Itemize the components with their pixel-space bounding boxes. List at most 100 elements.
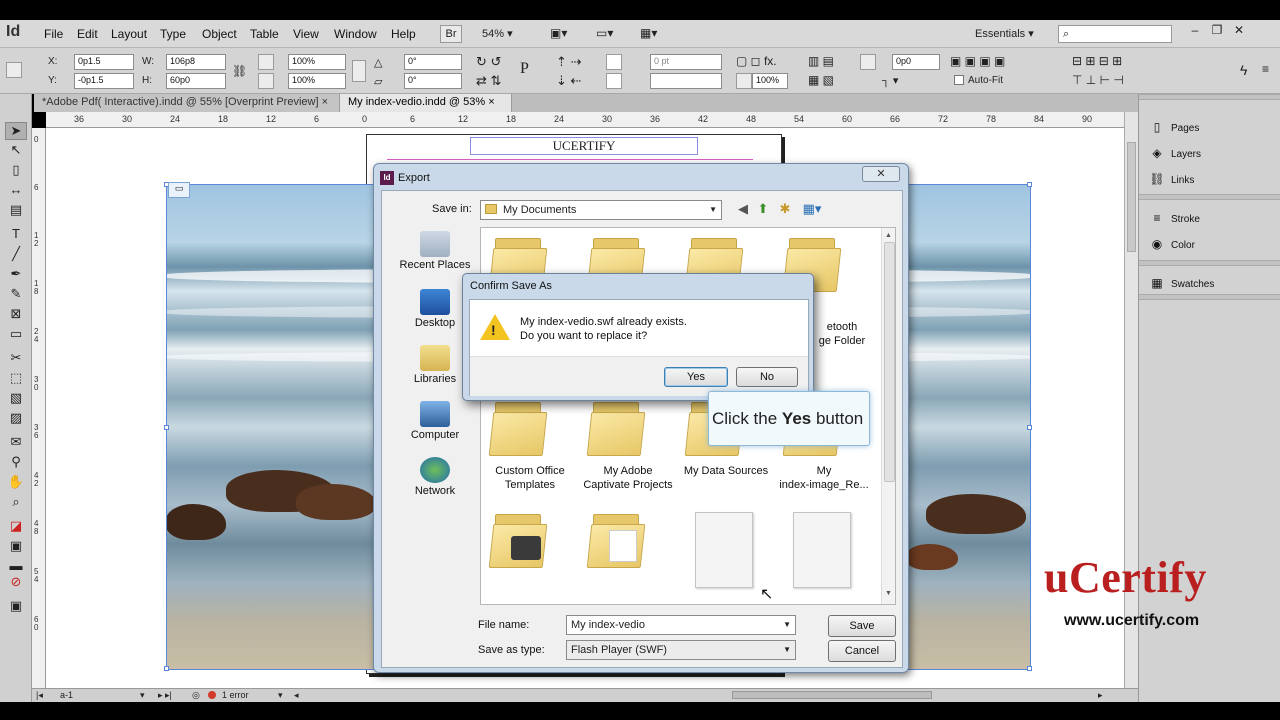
up-folder-icon[interactable]: ⬆ <box>754 201 772 219</box>
view-options-icon[interactable]: ▣▾ <box>550 26 567 40</box>
width-field[interactable]: 106p8 <box>166 54 226 70</box>
panel-stroke[interactable]: ≡ Stroke <box>1149 211 1199 225</box>
page-title-frame[interactable]: UCERTIFY <box>470 137 698 155</box>
panel-menu-icon[interactable]: ≡ <box>1262 62 1269 76</box>
place-recent[interactable]: Recent Places <box>392 231 478 271</box>
file-list-scrollbar[interactable]: ▲ ▼ <box>881 228 895 604</box>
folder-icon[interactable] <box>488 510 553 568</box>
close-button[interactable]: ✕ <box>862 166 900 182</box>
panel-swatches[interactable]: ▦ Swatches <box>1149 276 1214 290</box>
select-content-icon[interactable]: ⇣ ⇠ <box>556 73 581 89</box>
screen-mode-tool-icon[interactable]: ▣ <box>5 598 27 616</box>
screen-mode-icon[interactable]: ▭▾ <box>596 26 613 40</box>
menu-object[interactable]: Object <box>202 27 237 41</box>
hand-tool-icon[interactable]: ✋ <box>5 474 27 492</box>
file-name-input[interactable]: My index-vedio ▼ <box>566 615 796 635</box>
first-page-icon[interactable]: |◂ <box>36 690 43 701</box>
lightning-icon[interactable]: ϟ <box>1240 62 1247 78</box>
arrange-docs-icon[interactable]: ▦▾ <box>640 26 657 40</box>
horizontal-scroll-thumb[interactable] <box>732 691 932 699</box>
preflight-icon[interactable]: ◎ <box>192 690 200 701</box>
error-count[interactable]: 1 error <box>222 690 249 700</box>
stroke-swatch-icon[interactable] <box>606 73 622 89</box>
next-page-icon[interactable]: ▸ ▸| <box>158 690 172 701</box>
constrain-proportions-icon[interactable]: ⛓ <box>232 64 247 78</box>
type-tool-icon[interactable]: T <box>5 226 27 244</box>
save-in-select[interactable]: My Documents ▼ <box>480 200 722 220</box>
panel-color[interactable]: ◉ Color <box>1149 237 1195 251</box>
save-button[interactable]: Save <box>828 615 896 637</box>
autofit-checkbox[interactable] <box>954 75 964 85</box>
reference-point-icon[interactable] <box>6 62 22 78</box>
gradient-feather-icon[interactable]: ▨ <box>5 410 27 428</box>
y-field[interactable]: -0p1.5 <box>74 73 134 89</box>
search-input[interactable]: ⌕ <box>1058 25 1172 43</box>
panel-links[interactable]: ⛓ Links <box>1149 172 1194 186</box>
preflight-menu-icon[interactable]: ▾ <box>278 690 283 701</box>
drop-shadow-icon[interactable]: ▢ ◻ fx. <box>736 54 777 68</box>
scroll-left-icon[interactable]: ◂ <box>294 690 299 701</box>
constrain-scale-icon[interactable] <box>352 60 366 82</box>
menu-layout[interactable]: Layout <box>111 27 147 41</box>
direct-selection-tool-icon[interactable]: ↖ <box>5 142 27 160</box>
panel-pages[interactable]: ▯ Pages <box>1149 120 1200 134</box>
file-name[interactable]: Custom Office Templates <box>481 464 585 492</box>
file-icon[interactable] <box>793 512 851 588</box>
no-button[interactable]: No <box>736 367 798 387</box>
menu-type[interactable]: Type <box>160 27 186 41</box>
selection-tool-icon[interactable]: ➤ <box>5 122 27 140</box>
folder-icon[interactable] <box>586 510 651 568</box>
apply-none-icon[interactable]: ⊘ <box>5 574 27 592</box>
pencil-tool-icon[interactable]: ✎ <box>5 286 27 304</box>
minimize-icon[interactable]: – <box>1184 23 1206 37</box>
direction-icon[interactable]: P <box>520 60 529 78</box>
folder-icon[interactable] <box>586 398 651 456</box>
x-field[interactable]: 0p1.5 <box>74 54 134 70</box>
page-dropdown-icon[interactable]: ▾ <box>140 690 145 701</box>
scroll-right-icon[interactable]: ▸ <box>1098 690 1103 701</box>
scroll-thumb[interactable] <box>1127 142 1136 252</box>
menu-table[interactable]: Table <box>250 27 279 41</box>
file-name[interactable]: My Adobe Captivate Projects <box>573 464 683 492</box>
restore-icon[interactable]: ❐ <box>1206 23 1228 37</box>
scroll-down-icon[interactable]: ▼ <box>885 590 892 597</box>
new-folder-icon[interactable]: ✱ <box>776 201 794 219</box>
distribute-icons[interactable]: ⊟ ⊞ ⊟ ⊞ <box>1072 54 1122 68</box>
align-objects-icons[interactable]: ⊤ ⊥ ⊢ ⊣ <box>1072 73 1124 87</box>
gap-tool-icon[interactable]: ↔ <box>5 182 27 200</box>
scale-y-field[interactable]: 100% <box>288 73 346 89</box>
workspace-switcher[interactable]: Essentials ▾ <box>975 27 1034 40</box>
rotate-field[interactable]: 0° <box>404 54 462 70</box>
eyedropper-tool-icon[interactable]: ⚲ <box>5 454 27 472</box>
zoom-select[interactable]: 54% ▾ <box>478 25 528 43</box>
tab-adobe-pdf[interactable]: *Adobe Pdf( Interactive).indd @ 55% [Ove… <box>34 94 340 112</box>
file-icon[interactable] <box>695 512 753 588</box>
tab-close-icon[interactable]: × <box>322 96 328 108</box>
page-number-field[interactable]: a-1 <box>60 690 73 700</box>
rotate-cw-icon[interactable]: ↻ ↺ <box>476 54 501 70</box>
menu-view[interactable]: View <box>293 27 319 41</box>
text-wrap-icon[interactable]: ▥ ▤ <box>808 54 834 68</box>
rectangle-tool-icon[interactable]: ▭ <box>5 326 27 344</box>
menu-help[interactable]: Help <box>391 27 416 41</box>
scroll-up-icon[interactable]: ▲ <box>885 232 892 239</box>
bridge-button[interactable]: Br <box>440 25 462 43</box>
yes-button[interactable]: Yes <box>664 367 728 387</box>
panel-layers[interactable]: ◈ Layers <box>1149 146 1201 160</box>
scroll-thumb[interactable] <box>884 242 895 482</box>
scale-x-field[interactable]: 100% <box>288 54 346 70</box>
place-network[interactable]: Network <box>392 457 478 497</box>
corner-shape-icon[interactable]: ┐ ▾ <box>882 74 898 87</box>
file-name[interactable]: My index-image_Re... <box>769 464 879 492</box>
tab-index-vedio[interactable]: My index-vedio.indd @ 53% × <box>340 94 512 112</box>
menu-file[interactable]: File <box>44 27 63 41</box>
free-transform-tool-icon[interactable]: ⬚ <box>5 370 27 388</box>
menu-edit[interactable]: Edit <box>77 27 98 41</box>
height-field[interactable]: 60p0 <box>166 73 226 89</box>
stroke-type-field[interactable] <box>650 73 722 89</box>
close-icon[interactable]: ✕ <box>1228 23 1250 37</box>
file-name[interactable]: My Data Sources <box>671 464 781 478</box>
tab-close-icon[interactable]: × <box>488 96 494 108</box>
save-as-type-select[interactable]: Flash Player (SWF) ▼ <box>566 640 796 660</box>
content-collector-icon[interactable]: ▤ <box>5 202 27 220</box>
